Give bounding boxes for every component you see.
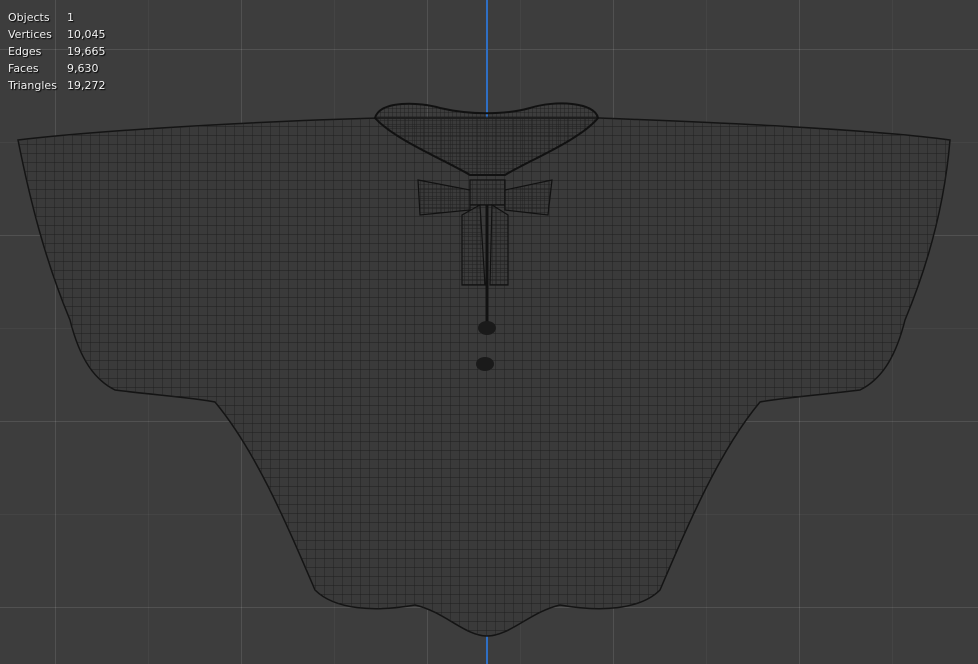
stat-value: 1 (67, 11, 74, 24)
stat-label: Faces (8, 62, 39, 75)
stat-label: Vertices (8, 28, 52, 41)
stat-vertices: Vertices 10,045 (8, 26, 106, 43)
stat-value: 9,630 (67, 62, 99, 75)
stat-objects: Objects 1 (8, 9, 106, 26)
wireframe-mesh[interactable] (0, 0, 978, 664)
button-1 (478, 321, 496, 335)
viewport-statistics: Objects 1 Vertices 10,045 Edges 19,665 Face… (8, 9, 106, 94)
stat-value: 19,665 (67, 45, 106, 58)
stat-faces: Faces 9,630 (8, 60, 106, 77)
stat-label: Triangles (8, 79, 57, 92)
stat-value: 19,272 (67, 79, 106, 92)
stat-label: Edges (8, 45, 42, 58)
stat-triangles: Triangles 19,272 (8, 77, 106, 94)
stat-label: Objects (8, 11, 50, 24)
button-2 (476, 357, 494, 371)
stat-value: 10,045 (67, 28, 106, 41)
stat-edges: Edges 19,665 (8, 43, 106, 60)
